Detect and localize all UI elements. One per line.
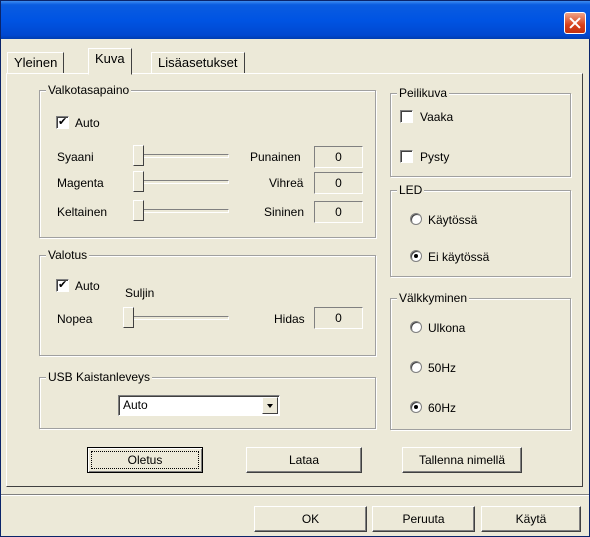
- tab-image[interactable]: Kuva: [88, 48, 132, 75]
- slider-thumb[interactable]: [133, 145, 144, 166]
- slow-label: Hidas: [274, 312, 305, 326]
- mirror-group: Peilikuva: [390, 86, 571, 177]
- red-label: Punainen: [250, 150, 301, 164]
- default-button-label: Oletus: [91, 451, 199, 469]
- magenta-green-value: 0: [314, 172, 363, 194]
- tab-image-label: Kuva: [95, 51, 125, 66]
- white-balance-title: Valkotasapaino: [46, 83, 132, 97]
- exposure-title: Valotus: [46, 248, 90, 262]
- cyan-red-slider[interactable]: [133, 145, 229, 167]
- mirror-horizontal-label: Vaaka: [420, 110, 454, 124]
- footer-divider: [1, 494, 589, 496]
- cyan-label: Syaani: [57, 150, 94, 164]
- led-off-radio[interactable]: [410, 250, 422, 262]
- shutter-slider[interactable]: [123, 307, 229, 329]
- flicker-outdoor-label: Ulkona: [428, 321, 466, 335]
- green-label: Vihreä: [269, 176, 304, 190]
- mirror-title: Peilikuva: [397, 86, 450, 100]
- tab-general[interactable]: Yleinen: [7, 52, 65, 74]
- white-balance-auto-label: Auto: [75, 116, 100, 130]
- yellow-blue-slider[interactable]: [133, 200, 229, 222]
- shutter-label: Suljin: [125, 286, 155, 300]
- default-button[interactable]: Oletus: [87, 447, 203, 473]
- led-on-radio[interactable]: [410, 213, 422, 225]
- exposure-auto-label: Auto: [75, 279, 100, 293]
- flicker-50hz-radio[interactable]: [410, 361, 422, 373]
- fast-label: Nopea: [57, 312, 93, 326]
- slider-track: [133, 209, 229, 213]
- chevron-down-icon[interactable]: [262, 397, 278, 414]
- magenta-label: Magenta: [57, 176, 104, 190]
- cyan-red-value: 0: [314, 146, 363, 168]
- led-on-label: Käytössä: [428, 213, 478, 227]
- slider-thumb[interactable]: [133, 200, 144, 221]
- apply-button[interactable]: Käytä: [481, 506, 581, 532]
- flicker-outdoor-radio[interactable]: [410, 321, 422, 333]
- title-bar[interactable]: [1, 1, 590, 39]
- cancel-button[interactable]: Peruuta: [372, 506, 475, 532]
- tab-advanced-label: Lisäasetukset: [158, 55, 238, 70]
- mirror-vertical-checkbox[interactable]: [400, 150, 413, 163]
- save-as-button[interactable]: Tallenna nimellä: [402, 447, 522, 473]
- ok-button[interactable]: OK: [254, 506, 367, 532]
- white-balance-auto-checkbox[interactable]: [56, 115, 69, 129]
- mirror-vertical-label: Pysty: [420, 150, 450, 164]
- usb-bandwidth-select[interactable]: Auto: [118, 395, 280, 416]
- yellow-blue-value: 0: [314, 201, 363, 223]
- tab-general-label: Yleinen: [14, 55, 58, 70]
- mirror-horizontal-checkbox[interactable]: [400, 110, 413, 123]
- led-title: LED: [397, 183, 425, 197]
- slider-thumb[interactable]: [123, 307, 134, 328]
- slider-track: [123, 316, 229, 320]
- shutter-value: 0: [314, 307, 363, 329]
- flicker-60hz-label: 60Hz: [428, 401, 457, 415]
- led-off-label: Ei käytössä: [428, 250, 490, 264]
- flicker-title: Välkkyminen: [397, 291, 470, 305]
- yellow-label: Keltainen: [57, 205, 108, 219]
- properties-window: Yleinen Kuva Lisäasetukset Valkotasapain…: [0, 0, 590, 537]
- tab-advanced[interactable]: Lisäasetukset: [151, 52, 245, 74]
- blue-label: Sininen: [264, 205, 305, 219]
- close-icon[interactable]: [564, 12, 586, 34]
- slider-track: [133, 180, 229, 184]
- slider-track: [133, 154, 229, 158]
- slider-thumb[interactable]: [133, 171, 144, 192]
- flicker-60hz-radio[interactable]: [410, 401, 422, 413]
- usb-bandwidth-value: Auto: [123, 398, 148, 412]
- magenta-green-slider[interactable]: [133, 171, 229, 193]
- usb-bandwidth-title: USB Kaistanleveys: [46, 370, 153, 384]
- exposure-group: Valotus: [39, 248, 376, 356]
- load-button[interactable]: Lataa: [246, 447, 362, 473]
- flicker-50hz-label: 50Hz: [428, 361, 457, 375]
- exposure-auto-checkbox[interactable]: [56, 278, 69, 292]
